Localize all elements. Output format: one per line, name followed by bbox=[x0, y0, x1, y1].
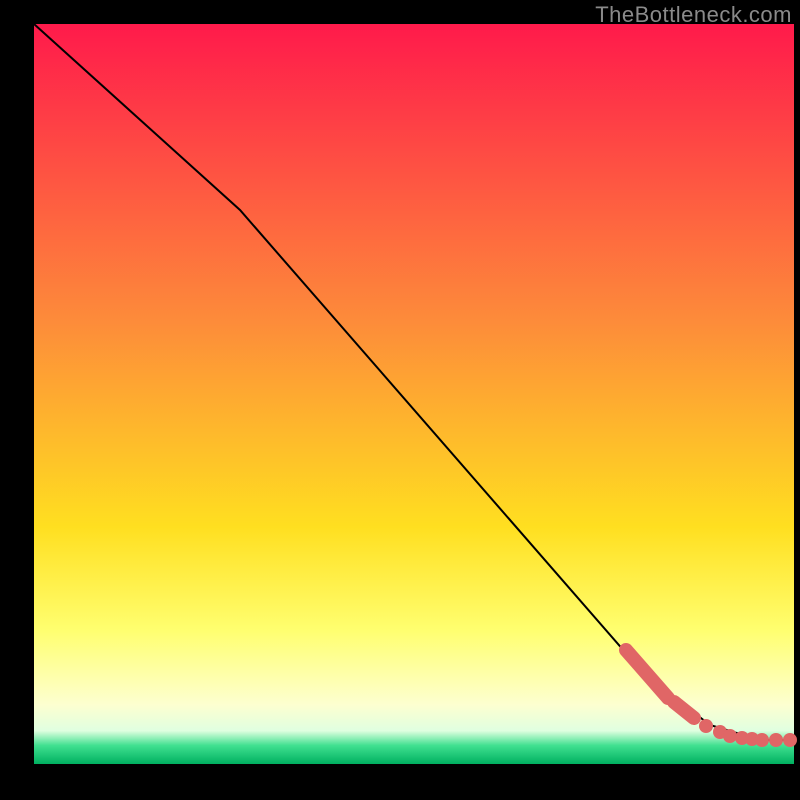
marker-dot bbox=[755, 733, 769, 747]
chart-container: { "watermark": "TheBottleneck.com", "cha… bbox=[0, 0, 800, 800]
marker-dot bbox=[783, 733, 797, 747]
marker-dot bbox=[723, 729, 737, 743]
marker-dot bbox=[699, 719, 713, 733]
chart-svg bbox=[0, 0, 800, 800]
gradient-background bbox=[34, 24, 794, 764]
marker-dot bbox=[769, 733, 783, 747]
watermark-text: TheBottleneck.com bbox=[595, 2, 792, 28]
